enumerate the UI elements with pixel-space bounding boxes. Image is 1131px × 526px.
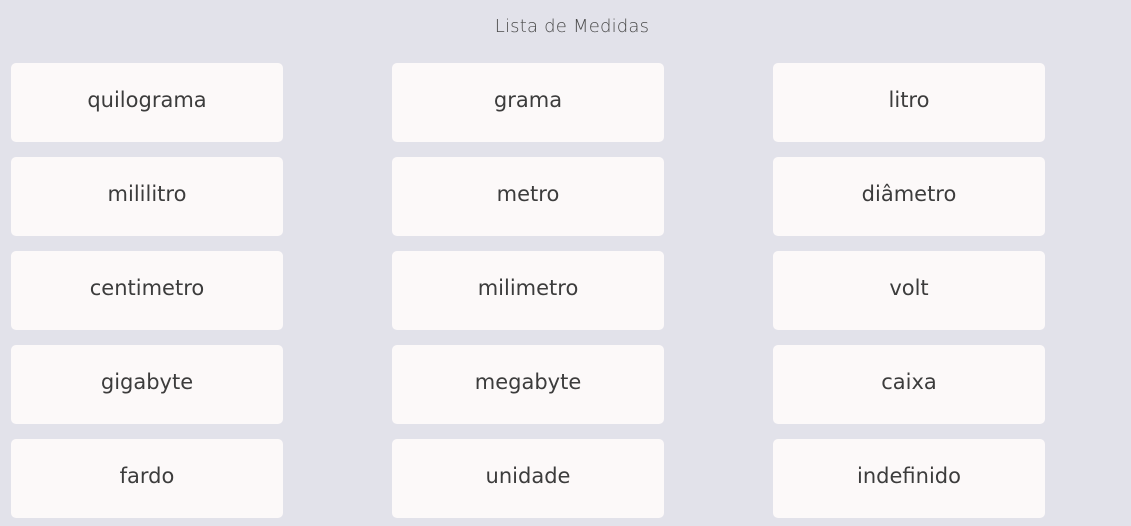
unit-card-caixa[interactable]: caixa: [773, 345, 1045, 424]
unit-card-fardo[interactable]: fardo: [11, 439, 283, 518]
unit-label: diâmetro: [861, 181, 957, 206]
unit-label: litro: [888, 87, 930, 112]
measures-grid: quilograma grama litro mililitro metro d…: [11, 63, 1045, 518]
unit-card-gigabyte[interactable]: gigabyte: [11, 345, 283, 424]
unit-card-quilograma[interactable]: quilograma: [11, 63, 283, 142]
measures-page: Lista de Medidas quilograma grama litro …: [0, 0, 1131, 526]
unit-card-volt[interactable]: volt: [773, 251, 1045, 330]
unit-label: caixa: [881, 369, 937, 394]
unit-card-mililitro[interactable]: mililitro: [11, 157, 283, 236]
unit-label: megabyte: [474, 369, 582, 394]
unit-label: mililitro: [107, 181, 187, 206]
unit-card-litro[interactable]: litro: [773, 63, 1045, 142]
unit-label: milimetro: [477, 275, 579, 300]
unit-label: gigabyte: [100, 369, 194, 394]
unit-card-megabyte[interactable]: megabyte: [392, 345, 664, 424]
page-title: Lista de Medidas: [494, 16, 650, 37]
unit-label: centimetro: [89, 275, 205, 300]
unit-label: indefinido: [857, 463, 961, 488]
unit-card-grama[interactable]: grama: [392, 63, 664, 142]
unit-label: grama: [493, 87, 563, 112]
unit-label: quilograma: [87, 87, 207, 112]
unit-label: unidade: [485, 463, 571, 488]
unit-card-centimetro[interactable]: centimetro: [11, 251, 283, 330]
unit-card-indefinido[interactable]: indefinido: [773, 439, 1045, 518]
unit-label: metro: [496, 181, 560, 206]
unit-label: fardo: [119, 463, 175, 488]
unit-card-milimetro[interactable]: milimetro: [392, 251, 664, 330]
unit-card-unidade[interactable]: unidade: [392, 439, 664, 518]
unit-label: volt: [889, 275, 929, 300]
unit-card-metro[interactable]: metro: [392, 157, 664, 236]
unit-card-diametro[interactable]: diâmetro: [773, 157, 1045, 236]
